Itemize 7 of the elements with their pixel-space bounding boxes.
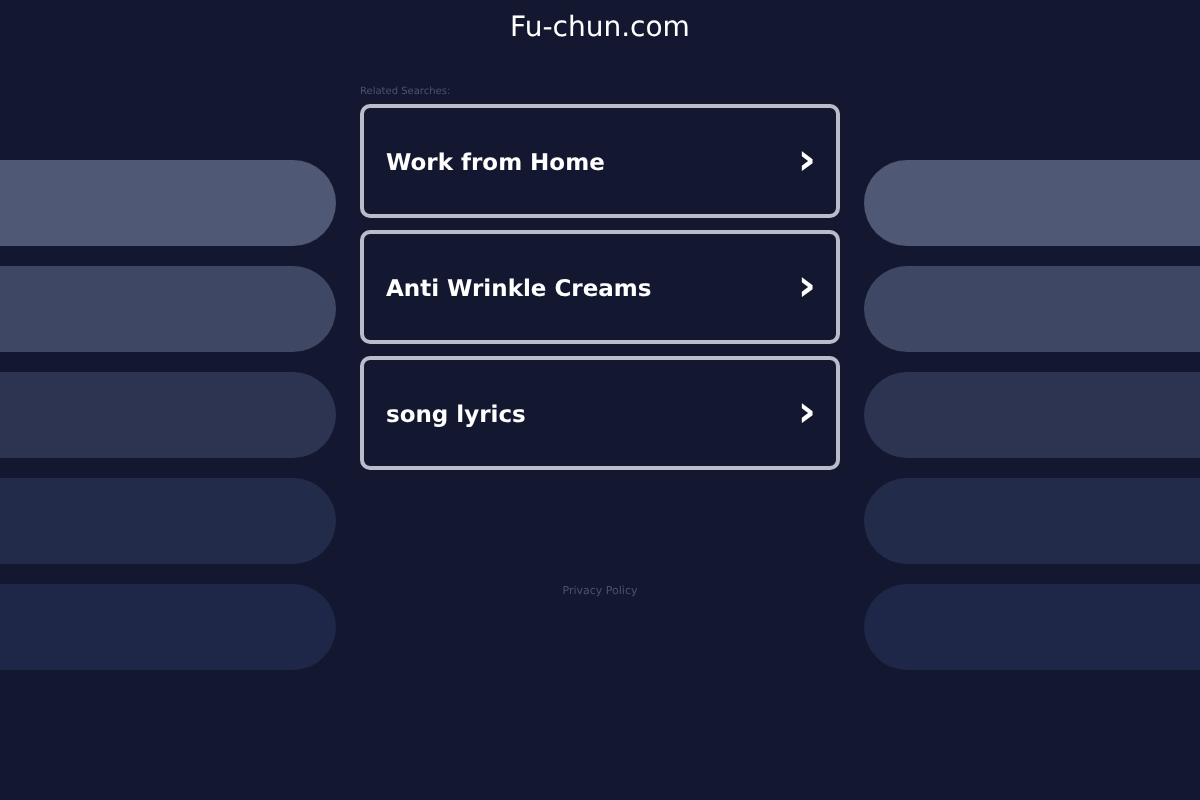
search-link[interactable]: Work from Home › bbox=[360, 104, 840, 218]
search-link[interactable]: song lyrics › bbox=[360, 356, 840, 470]
chevron-right-icon: › bbox=[797, 139, 816, 183]
search-link[interactable]: Anti Wrinkle Creams › bbox=[360, 230, 840, 344]
chevron-right-icon: › bbox=[797, 265, 816, 309]
chevron-right-icon: › bbox=[797, 391, 816, 435]
site-title: Fu-chun.com bbox=[510, 10, 690, 48]
